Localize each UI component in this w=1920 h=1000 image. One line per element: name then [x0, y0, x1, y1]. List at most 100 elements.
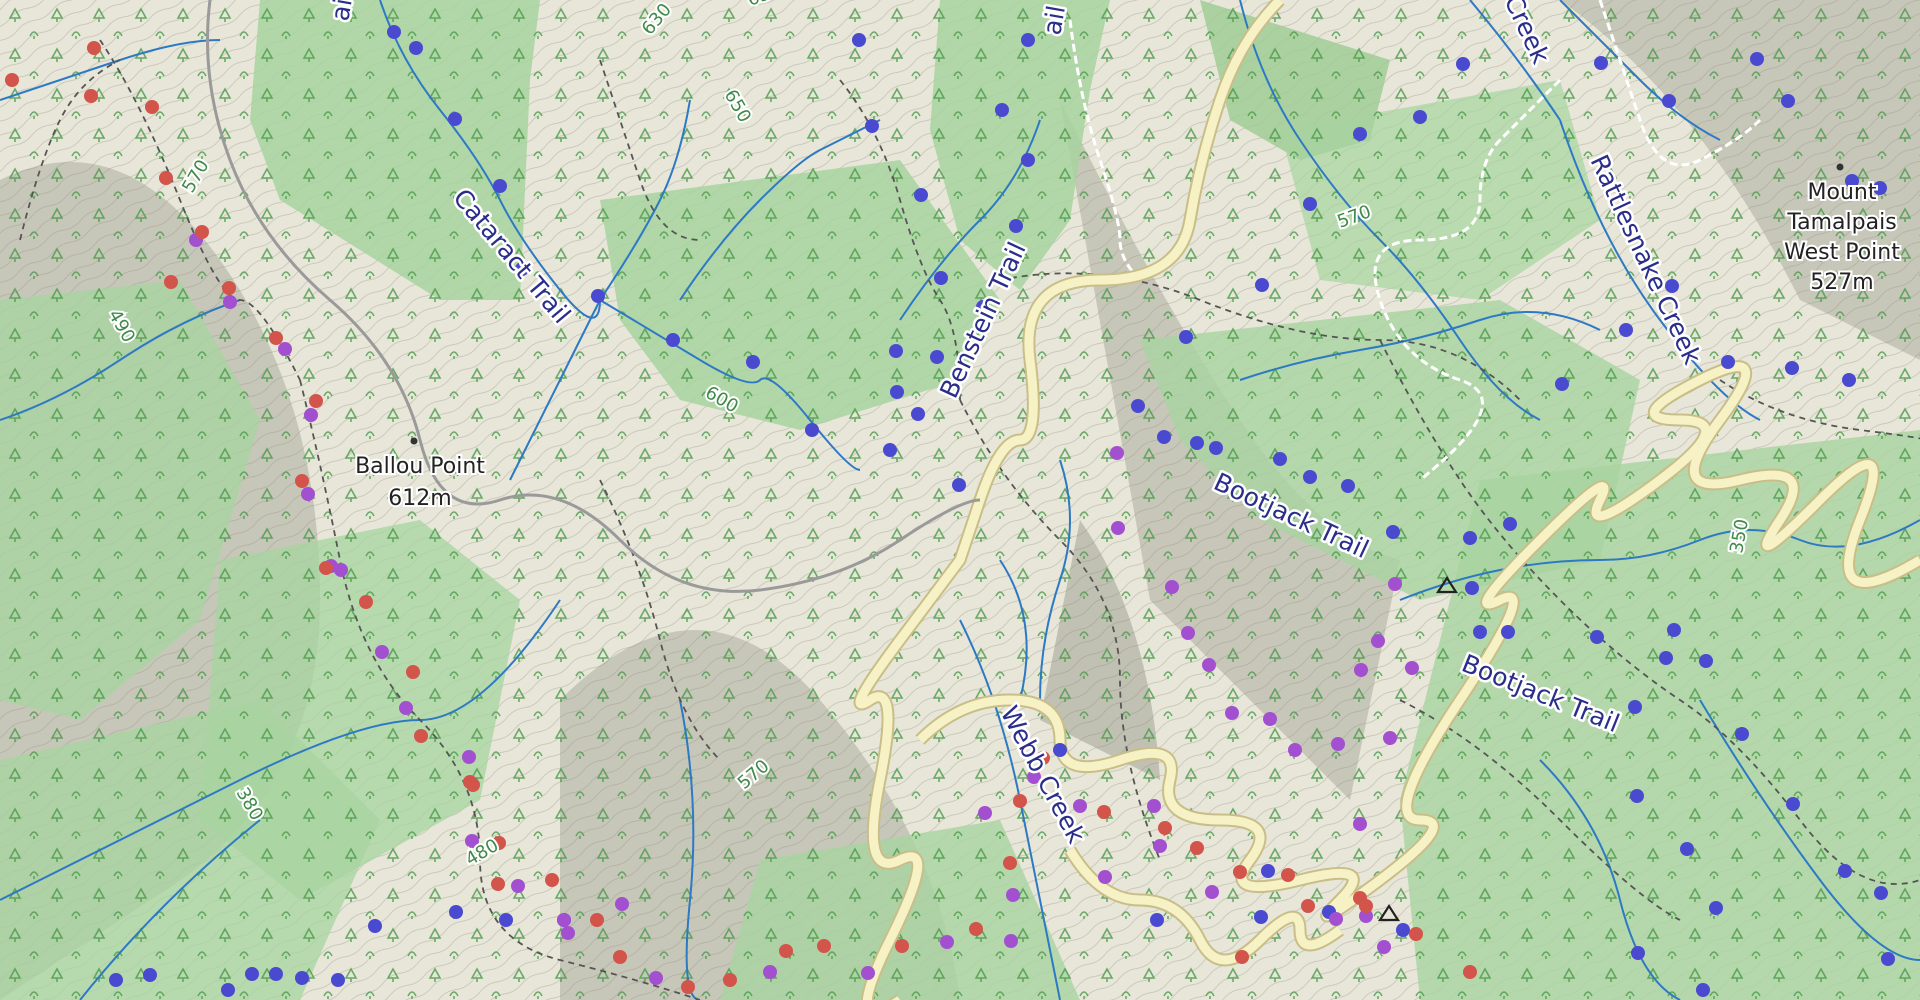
poi-dot-blue — [911, 407, 925, 421]
poi-dot-purple — [978, 806, 992, 820]
poi-dot-blue — [295, 971, 309, 985]
poi-dot-red — [222, 281, 236, 295]
poi-dot-red — [1281, 868, 1295, 882]
poi-dot-red — [84, 89, 98, 103]
poi-dot-red — [590, 913, 604, 927]
poi-dot-blue — [1628, 700, 1642, 714]
poi-dot-purple — [1329, 912, 1343, 926]
poi-dot-blue — [448, 112, 462, 126]
poi-dot-purple — [763, 965, 777, 979]
peak-label-tamalpais-1: Mount — [1808, 180, 1877, 205]
peak-label-ballou: Ballou Point — [355, 454, 485, 479]
poi-dot-blue — [1874, 886, 1888, 900]
poi-dot-blue — [1150, 913, 1164, 927]
poi-dot-blue — [1021, 153, 1035, 167]
poi-dot-blue — [1053, 743, 1067, 757]
poi-dot-blue — [1503, 517, 1517, 531]
poi-dot-red — [779, 944, 793, 958]
poi-dot-purple — [940, 935, 954, 949]
poi-dot-blue — [1680, 842, 1694, 856]
poi-dot-purple — [561, 926, 575, 940]
poi-dot-purple — [1153, 839, 1167, 853]
poi-dot-purple — [1263, 712, 1277, 726]
poi-dot-blue — [1353, 127, 1367, 141]
poi-dot-blue — [1255, 278, 1269, 292]
poi-dot-blue — [805, 423, 819, 437]
poi-dot-blue — [409, 41, 423, 55]
poi-dot-blue — [1501, 625, 1515, 639]
poi-dot-blue — [1190, 436, 1204, 450]
poi-dot-blue — [1619, 323, 1633, 337]
poi-dot-red — [309, 394, 323, 408]
poi-dot-blue — [1254, 910, 1268, 924]
poi-dot-red — [1409, 927, 1423, 941]
poi-dot-purple — [462, 750, 476, 764]
poi-dot-blue — [493, 179, 507, 193]
poi-dot-purple — [1165, 580, 1179, 594]
poi-dot-red — [613, 950, 627, 964]
poi-dot-blue — [387, 25, 401, 39]
poi-dot-blue — [1555, 377, 1569, 391]
poi-dot-blue — [1413, 110, 1427, 124]
poi-dot-red — [895, 939, 909, 953]
poi-dot-blue — [221, 983, 235, 997]
trail-label-partial-left: ail — [325, 0, 359, 23]
poi-dot-purple — [301, 487, 315, 501]
poi-dot-purple — [1353, 817, 1367, 831]
poi-dot-blue — [852, 33, 866, 47]
poi-dot-red — [1190, 841, 1204, 855]
poi-dot-blue — [1699, 654, 1713, 668]
poi-dot-red — [164, 275, 178, 289]
poi-dot-purple — [861, 966, 875, 980]
poi-dot-blue — [1303, 197, 1317, 211]
poi-dot-blue — [1659, 651, 1673, 665]
poi-dot-purple — [1225, 706, 1239, 720]
poi-dot-blue — [1881, 952, 1895, 966]
poi-dot-red — [269, 331, 283, 345]
poi-dot-purple — [1377, 940, 1391, 954]
poi-dot-blue — [934, 271, 948, 285]
peak-label-tamalpais-2: Tamalpais — [1786, 210, 1896, 235]
poi-dot-blue — [1386, 525, 1400, 539]
poi-dot-blue — [1662, 94, 1676, 108]
poi-dot-purple — [334, 563, 348, 577]
poi-dot-red — [159, 171, 173, 185]
poi-dot-red — [491, 877, 505, 891]
poi-dot-blue — [1261, 864, 1275, 878]
poi-dot-purple — [375, 645, 389, 659]
poi-dot-red — [195, 225, 209, 239]
poi-dot-red — [414, 729, 428, 743]
poi-dot-blue — [1630, 789, 1644, 803]
poi-dot-red — [295, 474, 309, 488]
poi-dot-purple — [1371, 634, 1385, 648]
map-canvas[interactable]: Ballou Point 612m Mount Tamalpais West P… — [0, 0, 1920, 1000]
poi-dot-red — [1463, 965, 1477, 979]
poi-dot-blue — [591, 289, 605, 303]
poi-dot-blue — [1709, 901, 1723, 915]
poi-dot-blue — [1341, 479, 1355, 493]
poi-dot-blue — [914, 188, 928, 202]
peak-marker-tamalpais — [1836, 163, 1844, 171]
poi-dot-blue — [245, 967, 259, 981]
poi-dot-blue — [1473, 625, 1487, 639]
poi-dot-blue — [1157, 430, 1171, 444]
poi-dot-blue — [1456, 57, 1470, 71]
poi-dot-red — [1235, 950, 1249, 964]
poi-dot-purple — [1405, 661, 1419, 675]
poi-dot-purple — [1331, 737, 1345, 751]
poi-dot-blue — [269, 967, 283, 981]
poi-dot-purple — [649, 971, 663, 985]
peak-elev-ballou: 612m — [388, 486, 451, 511]
poi-dot-blue — [1786, 797, 1800, 811]
poi-dot-purple — [1004, 934, 1018, 948]
poi-dot-purple — [1288, 743, 1302, 757]
peak-label-tamalpais-3: West Point — [1784, 240, 1900, 265]
poi-dot-red — [319, 561, 333, 575]
poi-dot-red — [87, 41, 101, 55]
poi-dot-blue — [1631, 946, 1645, 960]
poi-dot-red — [1301, 899, 1315, 913]
poi-dot-red — [466, 778, 480, 792]
poi-dot-red — [5, 73, 19, 87]
poi-dot-blue — [865, 119, 879, 133]
poi-dot-blue — [1463, 531, 1477, 545]
